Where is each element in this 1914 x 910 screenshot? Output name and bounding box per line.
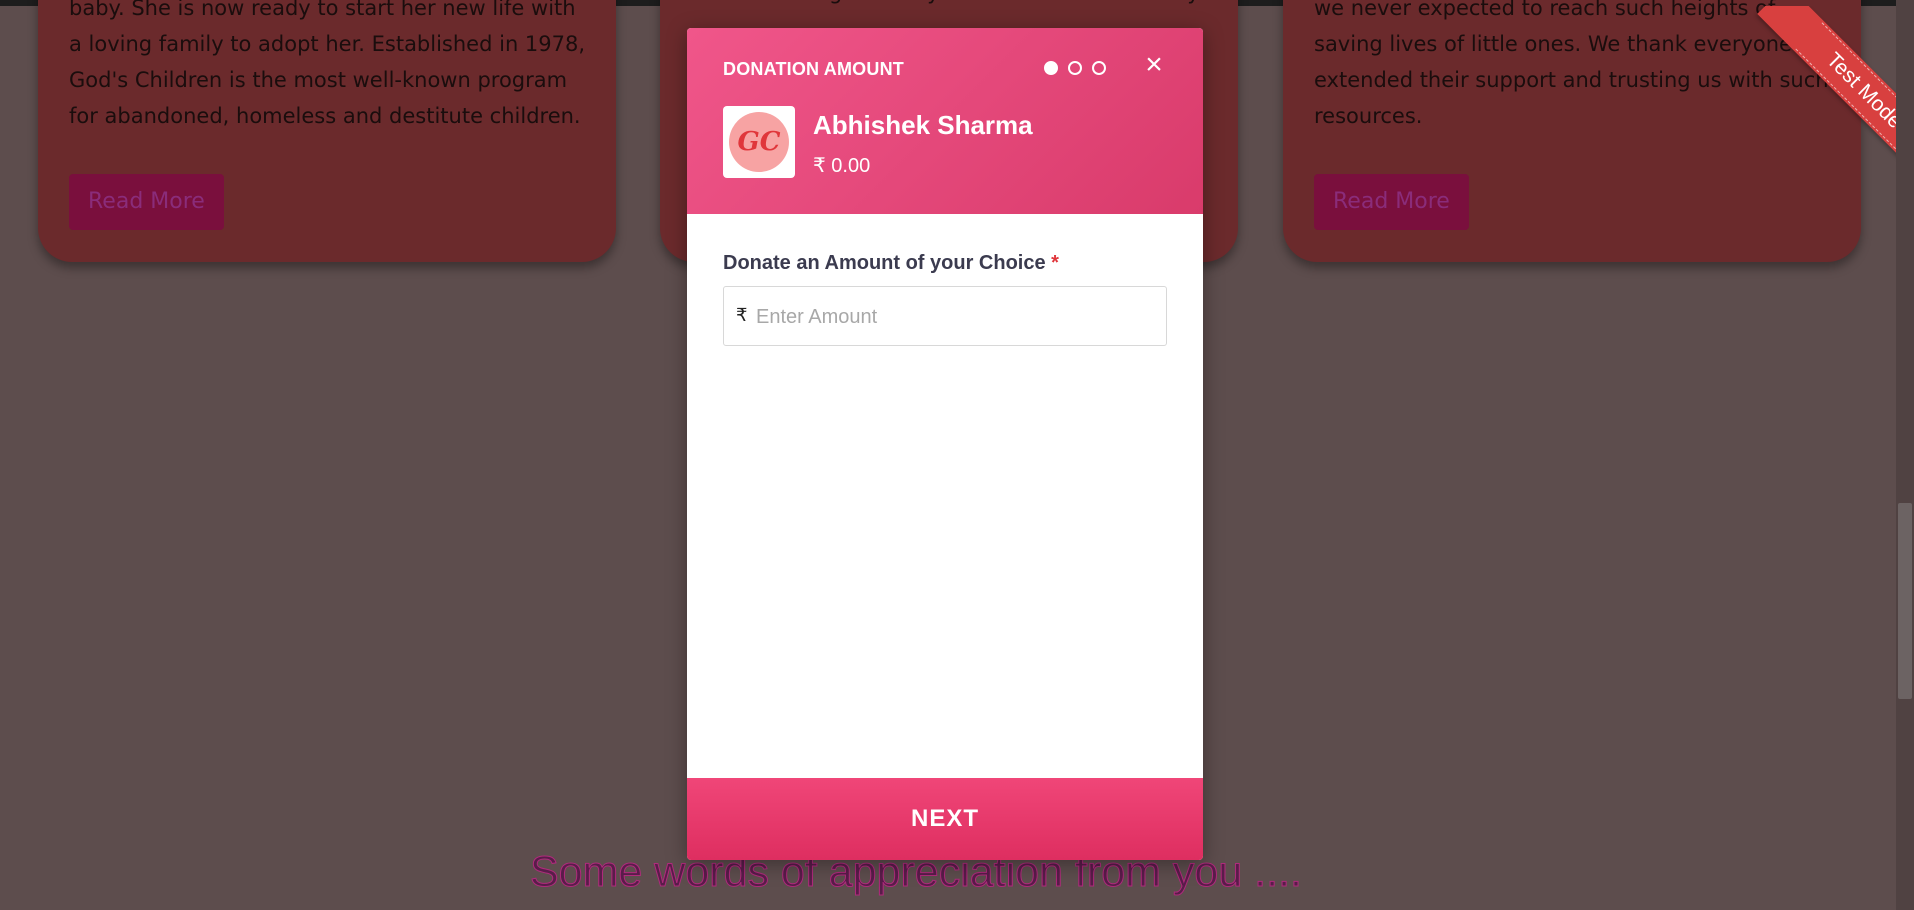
- modal-header: DONATION AMOUNT × GC Abhishek Sharma ₹ 0…: [687, 28, 1203, 214]
- merchant-name: Abhishek Sharma: [813, 110, 1033, 140]
- amount-display: ₹ 0.00: [813, 155, 871, 177]
- story-card-text: mission is to give every child the child…: [691, 0, 1208, 10]
- amount-label-text: Donate an Amount of your Choice: [723, 252, 1046, 274]
- rupee-icon: ₹: [736, 305, 748, 326]
- story-card-text: baby. She is now ready to start her new …: [69, 0, 586, 128]
- read-more-button[interactable]: Read More: [1314, 174, 1469, 230]
- next-button[interactable]: NEXT: [687, 778, 1203, 860]
- logo-text: GC: [729, 112, 789, 172]
- step-dot-1: [1044, 61, 1058, 75]
- merchant-logo: GC: [723, 106, 795, 178]
- amount-input-wrapper: ₹: [723, 286, 1167, 347]
- scrollbar-thumb[interactable]: [1898, 503, 1912, 699]
- step-indicator: [1044, 61, 1106, 75]
- close-icon[interactable]: ×: [1139, 50, 1169, 80]
- amount-input[interactable]: [754, 287, 1158, 347]
- step-dot-2: [1068, 61, 1082, 75]
- modal-title: DONATION AMOUNT: [723, 59, 904, 79]
- donation-modal: DONATION AMOUNT × GC Abhishek Sharma ₹ 0…: [687, 28, 1203, 860]
- step-dot-3: [1092, 61, 1106, 75]
- story-card-1: baby. She is now ready to start her new …: [38, 0, 616, 262]
- page-scrollbar[interactable]: [1896, 0, 1914, 910]
- required-mark: *: [1051, 252, 1059, 274]
- test-mode-ribbon: Test Mode: [1714, 6, 1914, 216]
- amount-field-label: Donate an Amount of your Choice *: [723, 252, 1059, 275]
- read-more-button[interactable]: Read More: [69, 174, 224, 230]
